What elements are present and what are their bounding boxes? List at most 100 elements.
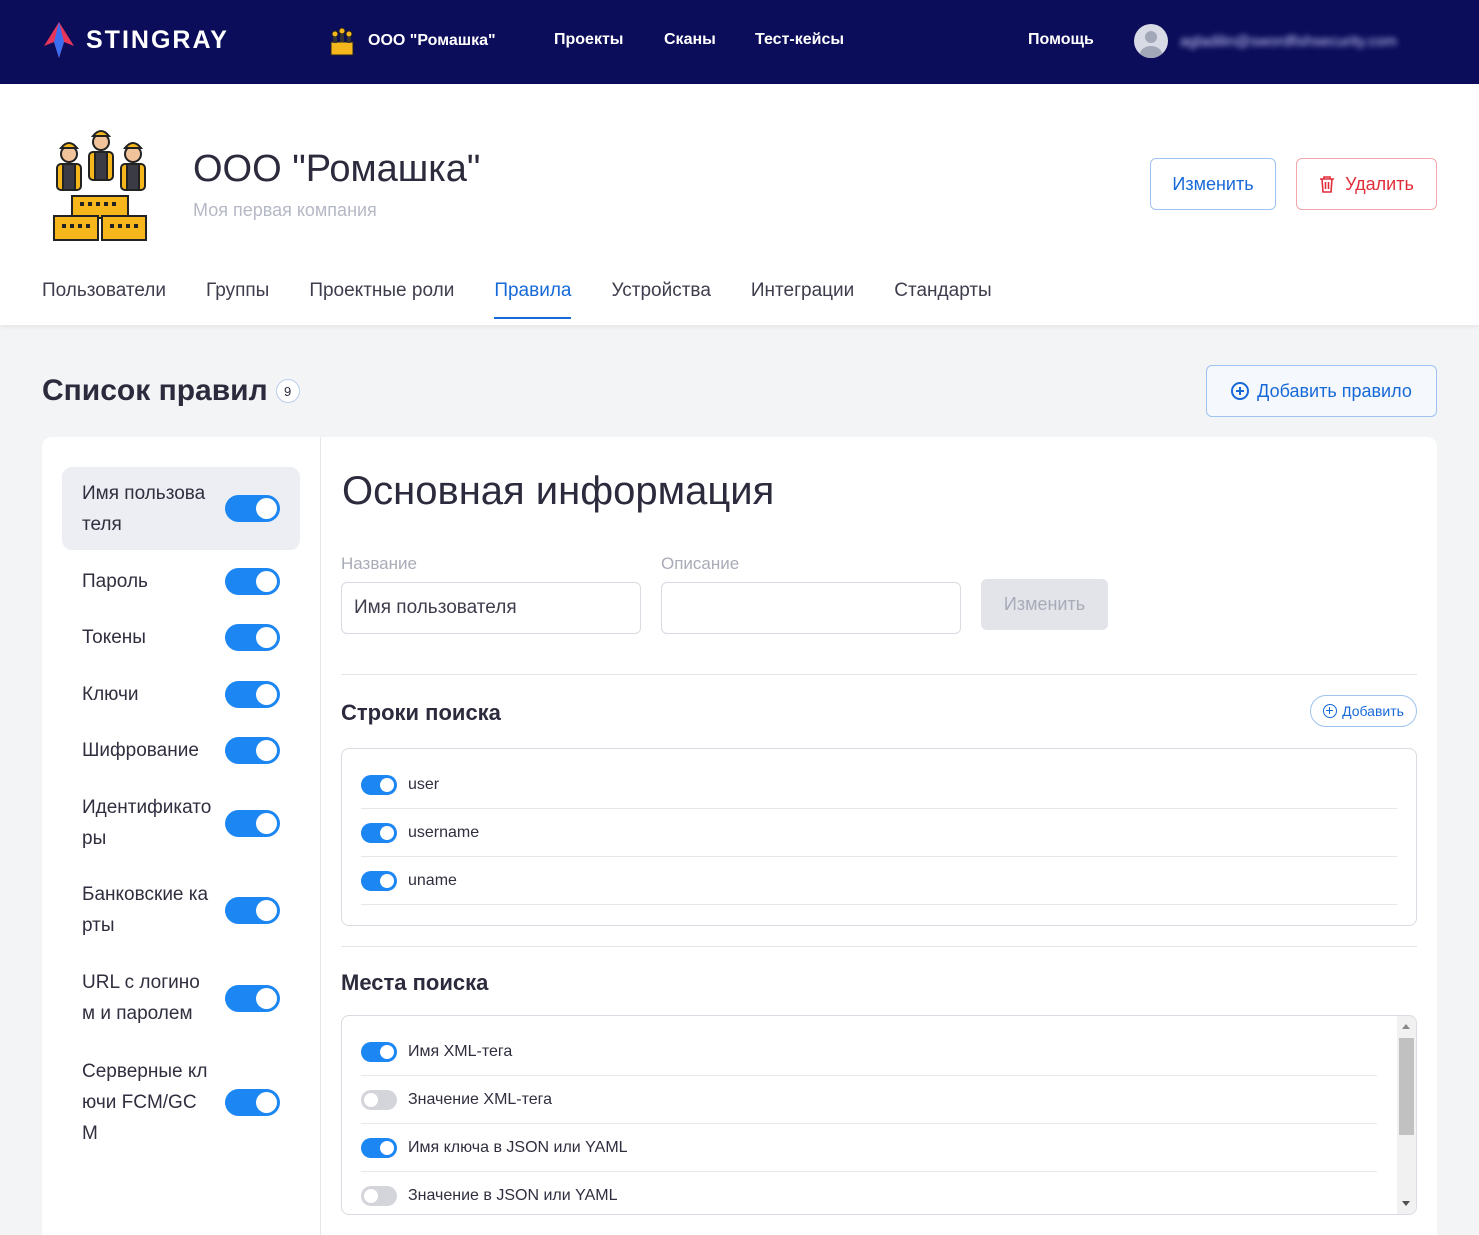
add-search-string-label: Добавить bbox=[1342, 703, 1404, 719]
user-menu[interactable]: agladilin@swordfishsecurity.com bbox=[1134, 24, 1397, 58]
rules-list-title: Список правил bbox=[42, 374, 268, 407]
list-item: username bbox=[361, 809, 1397, 857]
rules-count-badge: 9 bbox=[275, 379, 300, 403]
scroll-up-arrow-icon[interactable] bbox=[1402, 1024, 1410, 1029]
rule-toggle[interactable] bbox=[225, 623, 280, 651]
search-place-label: Имя ключа в JSON или YAML bbox=[408, 1138, 628, 1156]
add-rule-button[interactable]: Добавить правило bbox=[1206, 365, 1437, 417]
tab-standards[interactable]: Стандарты bbox=[894, 280, 991, 319]
description-field[interactable] bbox=[661, 582, 961, 634]
rule-label: URL с логином и паролем bbox=[82, 972, 200, 1024]
rule-label: Банковские карты bbox=[82, 884, 209, 936]
edit-company-button[interactable]: Изменить bbox=[1150, 158, 1276, 210]
tab-integrations[interactable]: Интеграции bbox=[751, 280, 854, 319]
rule-item-password[interactable]: Пароль bbox=[62, 561, 300, 601]
search-string-label: username bbox=[408, 823, 480, 841]
delete-label: Удалить bbox=[1345, 173, 1414, 194]
brand-name: STINGRAY bbox=[86, 25, 229, 54]
search-places-title: Места поиска bbox=[341, 970, 489, 995]
description-field-label: Описание bbox=[661, 554, 740, 573]
divider bbox=[341, 674, 1417, 675]
company-switcher-label: ООО "Ромашка" bbox=[368, 32, 496, 49]
rule-label: Имя пользователя bbox=[82, 482, 206, 535]
save-rule-button[interactable]: Изменить bbox=[981, 579, 1108, 630]
rules-list-heading: Список правил 9 bbox=[42, 374, 300, 408]
stingray-logo-icon bbox=[44, 22, 74, 58]
rule-item-url-credentials[interactable]: URL с логином и паролем bbox=[62, 965, 300, 1031]
list-item: uname bbox=[361, 857, 1397, 905]
search-string-toggle[interactable] bbox=[361, 870, 397, 891]
tab-rules[interactable]: Правила bbox=[494, 280, 572, 319]
add-rule-label: Добавить правило bbox=[1257, 380, 1412, 401]
rule-label: Пароль bbox=[82, 570, 148, 592]
rule-toggle[interactable] bbox=[225, 809, 280, 837]
tab-project-roles[interactable]: Проектные роли bbox=[309, 280, 454, 319]
user-email: agladilin@swordfishsecurity.com bbox=[1180, 32, 1397, 50]
rule-toggle[interactable] bbox=[225, 680, 280, 708]
tab-devices[interactable]: Устройства bbox=[611, 280, 710, 319]
search-string-toggle[interactable] bbox=[361, 774, 397, 795]
search-strings-list: user username uname bbox=[341, 748, 1417, 926]
scrollbar[interactable] bbox=[1397, 1016, 1416, 1214]
nav-test-cases[interactable]: Тест-кейсы bbox=[755, 31, 844, 49]
company-avatar-icon bbox=[330, 27, 354, 56]
rule-toggle[interactable] bbox=[225, 736, 280, 764]
list-item: Значение XML-тега bbox=[361, 1076, 1377, 1124]
rule-toggle[interactable] bbox=[225, 984, 280, 1012]
rule-label: Идентификаторы bbox=[82, 797, 212, 849]
company-logo-icon bbox=[53, 130, 147, 241]
delete-company-button[interactable]: Удалить bbox=[1296, 158, 1437, 210]
scroll-down-arrow-icon[interactable] bbox=[1402, 1201, 1410, 1206]
rule-toggle[interactable] bbox=[225, 567, 280, 595]
page-subtitle: Моя первая компания bbox=[193, 200, 377, 220]
rule-item-identifiers[interactable]: Идентификаторы bbox=[62, 790, 300, 856]
top-navbar: STINGRAY ООО "Ромашка" Проекты Сканы Тес… bbox=[0, 0, 1479, 84]
rule-label: Шифрование bbox=[82, 739, 199, 761]
rule-label: Серверные ключи FCM/GCM bbox=[82, 1060, 208, 1144]
add-search-string-button[interactable]: Добавить bbox=[1310, 695, 1417, 727]
rule-toggle[interactable] bbox=[225, 495, 280, 522]
brand-logo[interactable]: STINGRAY bbox=[42, 22, 229, 58]
search-place-label: Имя XML-тега bbox=[408, 1042, 513, 1060]
rule-item-keys[interactable]: Ключи bbox=[62, 674, 300, 714]
detail-title: Основная информация bbox=[342, 469, 775, 513]
rule-item-fcm-keys[interactable]: Серверные ключи FCM/GCM bbox=[62, 1052, 300, 1152]
page-title: ООО "Ромашка" bbox=[193, 148, 481, 190]
tabs: Пользователи Группы Проектные роли Прави… bbox=[42, 280, 1032, 319]
search-places-list: Имя XML-тега Значение XML-тега Имя ключа… bbox=[341, 1015, 1417, 1215]
search-string-toggle[interactable] bbox=[361, 822, 397, 843]
list-item: Имя XML-тега bbox=[361, 1028, 1377, 1076]
search-place-toggle[interactable] bbox=[361, 1137, 397, 1158]
search-place-label: Значение XML-тега bbox=[408, 1090, 553, 1108]
name-field-label: Название bbox=[341, 554, 417, 573]
search-place-toggle[interactable] bbox=[361, 1041, 397, 1062]
search-string-label: uname bbox=[408, 871, 457, 889]
rule-label: Токены bbox=[82, 626, 146, 648]
search-string-label: user bbox=[408, 775, 440, 793]
tab-groups[interactable]: Группы bbox=[206, 280, 269, 319]
search-place-toggle[interactable] bbox=[361, 1089, 397, 1110]
search-strings-title: Строки поиска bbox=[341, 700, 501, 725]
tab-users[interactable]: Пользователи bbox=[42, 280, 166, 319]
search-place-label: Значение в JSON или YAML bbox=[408, 1187, 618, 1204]
rule-toggle[interactable] bbox=[225, 1088, 280, 1116]
scroll-thumb[interactable] bbox=[1399, 1038, 1414, 1135]
panel-divider bbox=[320, 437, 321, 1235]
nav-projects[interactable]: Проекты bbox=[554, 31, 623, 49]
rule-item-bank-cards[interactable]: Банковские карты bbox=[62, 877, 300, 943]
rule-item-encryption[interactable]: Шифрование bbox=[62, 730, 300, 770]
rule-toggle[interactable] bbox=[225, 896, 280, 924]
rule-item-username[interactable]: Имя пользователя bbox=[62, 467, 300, 550]
company-switcher[interactable]: ООО "Ромашка" bbox=[328, 26, 496, 56]
list-item: user bbox=[361, 761, 1397, 809]
rule-item-tokens[interactable]: Токены bbox=[62, 617, 300, 657]
nav-help[interactable]: Помощь bbox=[1028, 31, 1094, 49]
name-field[interactable] bbox=[341, 582, 641, 634]
list-item: Значение в JSON или YAML bbox=[361, 1172, 1377, 1214]
rule-label: Ключи bbox=[82, 683, 139, 705]
nav-scans[interactable]: Сканы bbox=[664, 31, 716, 49]
divider bbox=[341, 946, 1417, 947]
search-place-toggle[interactable] bbox=[361, 1186, 397, 1206]
company-header: ООО "Ромашка" Моя первая компания Измени… bbox=[0, 84, 1479, 325]
trash-icon bbox=[1320, 176, 1335, 193]
